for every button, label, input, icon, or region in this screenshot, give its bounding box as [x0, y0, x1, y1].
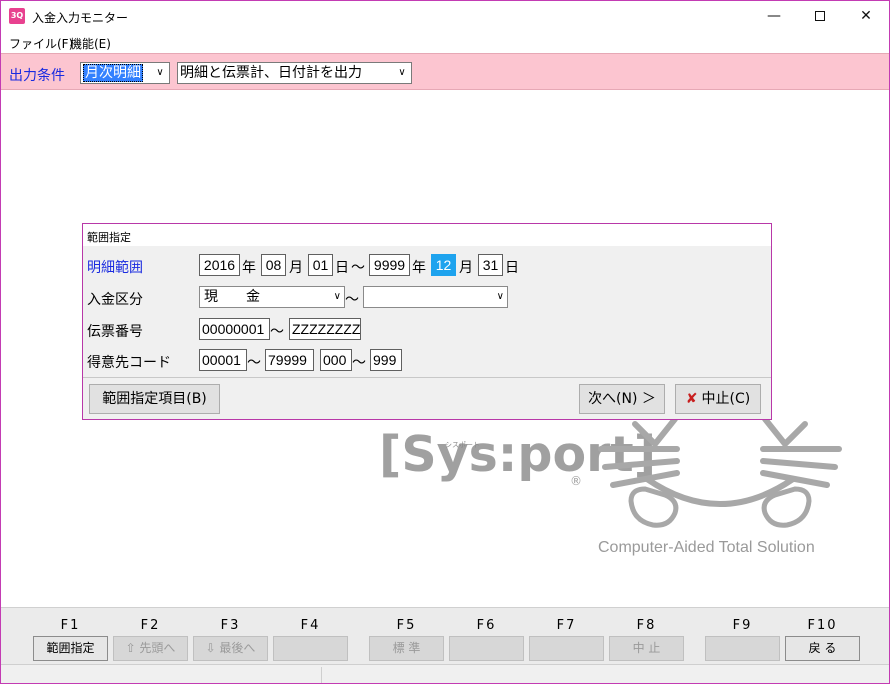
unit-day: 日 [335, 260, 349, 276]
f9-button[interactable] [705, 636, 780, 661]
tagline: Computer-Aided Total Solution [598, 539, 815, 556]
f4-button[interactable] [273, 636, 348, 661]
title-bar: 3Q 入金入力モニター — ✕ [1, 1, 889, 31]
output-type-select[interactable]: 明細と伝票計、日付計を出力 ∨ [177, 62, 412, 84]
customer-code-from[interactable]: 00001 [199, 349, 247, 371]
close-button[interactable]: ✕ [843, 1, 889, 31]
dialog-divider [83, 377, 771, 378]
range-items-button[interactable]: 範囲指定項目(B) [89, 384, 220, 414]
date-from-month[interactable]: 08 [261, 254, 286, 276]
unit-year: 年 [412, 260, 426, 276]
deposit-type-label: 入金区分 [87, 292, 143, 308]
window-title: 入金入力モニター [32, 11, 129, 25]
deposit-type-to-select[interactable]: ∨ [363, 286, 508, 308]
fkey-label-f8: F8 [636, 618, 657, 633]
range-dialog: 範囲指定 明細範囲 2016 年 08 月 01 日 ～ 9999 年 12 月… [82, 223, 772, 420]
customer-code-to[interactable]: 79999 [265, 349, 314, 371]
unit-year: 年 [242, 260, 256, 276]
minimize-icon: — [767, 8, 781, 24]
status-bar [1, 664, 889, 683]
deposit-type-from-select[interactable]: 現 金 ∨ [199, 286, 345, 308]
f5-standard-button[interactable]: 標 準 [369, 636, 444, 661]
cat-logo-icon [595, 409, 847, 542]
registered-mark: ® [570, 474, 582, 488]
menu-function[interactable]: 機能(E) [70, 35, 111, 52]
customer-code-label: 得意先コード [87, 355, 171, 371]
slip-number-from[interactable]: 00000001 [199, 318, 270, 340]
maximize-icon [815, 11, 825, 21]
range-tilde: ～ [352, 355, 366, 371]
stop-button[interactable]: ✘ 中止(C) [675, 384, 761, 414]
slip-number-label: 伝票番号 [87, 324, 143, 340]
app-icon: 3Q [9, 8, 25, 24]
fkey-label-f3: F3 [220, 618, 241, 633]
output-condition-bar: 出力条件 月次明細 ∨ 明細と伝票計、日付計を出力 ∨ [1, 53, 889, 90]
f10-back-button[interactable]: 戻 る [785, 636, 860, 661]
date-to-month[interactable]: 12 [431, 254, 456, 276]
chevron-down-icon: ∨ [496, 291, 504, 302]
next-button[interactable]: 次へ(N) ＞ [579, 384, 665, 414]
app-window: 3Q 入金入力モニター — ✕ ファイル(F) 機能(E) 出力条件 月次明細 … [0, 0, 890, 684]
customer-sub-to[interactable]: 999 [370, 349, 402, 371]
minimize-button[interactable]: — [751, 1, 797, 31]
f1-range-button[interactable]: 範囲指定 [33, 636, 108, 661]
fkey-label-f10: F10 [807, 618, 838, 633]
fkey-label-f6: F6 [476, 618, 497, 633]
close-icon: ✕ [860, 8, 872, 24]
chevron-down-icon: ∨ [398, 67, 406, 78]
chevron-down-icon: ∨ [156, 67, 164, 78]
status-divider [321, 667, 322, 683]
date-to-day[interactable]: 31 [478, 254, 503, 276]
chevron-down-icon: ∨ [333, 291, 341, 302]
f2-first-button[interactable]: ⇧ 先頭へ [113, 636, 188, 661]
maximize-button[interactable] [797, 1, 843, 31]
date-to-year[interactable]: 9999 [369, 254, 410, 276]
cancel-x-icon: ✘ [685, 391, 698, 407]
period-select[interactable]: 月次明細 ∨ [80, 62, 170, 84]
sysport-logo-kana: シスポート [445, 441, 480, 449]
unit-month: 月 [459, 260, 473, 276]
range-tilde: ～ [345, 292, 359, 308]
fkey-label-f4: F4 [300, 618, 321, 633]
menu-bar: ファイル(F) 機能(E) [1, 32, 889, 52]
unit-month: 月 [289, 260, 303, 276]
range-tilde: ～ [270, 324, 284, 340]
fkey-label-f2: F2 [140, 618, 161, 633]
f7-button[interactable] [529, 636, 604, 661]
f6-button[interactable] [449, 636, 524, 661]
period-select-value: 月次明細 [83, 64, 143, 82]
fkey-label-f5: F5 [396, 618, 417, 633]
customer-sub-from[interactable]: 000 [320, 349, 352, 371]
fkey-label-f7: F7 [556, 618, 577, 633]
function-key-bar: F1 範囲指定 F2 ⇧ 先頭へ F3 ⇩ 最後へ F4 F5 標 準 F6 F… [1, 607, 889, 664]
date-from-year[interactable]: 2016 [199, 254, 240, 276]
f8-stop-button[interactable]: 中 止 [609, 636, 684, 661]
menu-file[interactable]: ファイル(F) [9, 35, 73, 52]
deposit-type-from-value: 現 金 [204, 289, 260, 305]
output-condition-label: 出力条件 [9, 68, 65, 84]
fkey-label-f1: F1 [60, 618, 81, 633]
dialog-title: 範囲指定 [83, 224, 771, 246]
date-from-day[interactable]: 01 [308, 254, 333, 276]
f3-last-button[interactable]: ⇩ 最後へ [193, 636, 268, 661]
fkey-label-f9: F9 [732, 618, 753, 633]
range-tilde: ～ [247, 355, 261, 371]
output-type-value: 明細と伝票計、日付計を出力 [180, 65, 362, 81]
unit-day: 日 [505, 260, 519, 276]
stop-button-label: 中止(C) [701, 391, 751, 407]
slip-number-to[interactable]: ZZZZZZZZ [289, 318, 361, 340]
detail-range-label: 明細範囲 [87, 260, 143, 276]
range-tilde: ～ [351, 260, 365, 276]
